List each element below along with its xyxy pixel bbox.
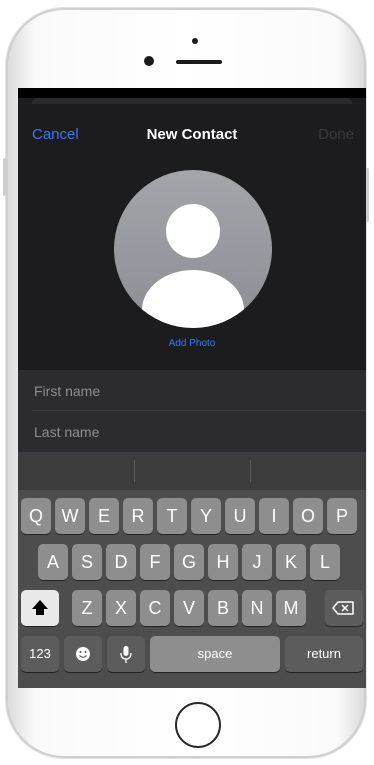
person-body-icon [142,270,244,328]
key-v[interactable]: V [174,590,204,626]
last-name-row [18,411,366,453]
dictation-key[interactable] [107,636,145,672]
key-s[interactable]: S [72,544,102,580]
first-name-row [18,370,366,412]
sheet-backdrop [18,88,366,98]
front-camera [144,56,154,66]
person-head-icon [166,204,220,258]
volume-button [3,158,6,196]
earpiece-speaker [176,60,222,64]
key-r[interactable]: R [123,498,153,534]
shift-icon [32,600,48,615]
key-b[interactable]: B [208,590,238,626]
emoji-icon [76,647,90,661]
numbers-key[interactable]: 123 [21,636,59,672]
predictive-divider [134,460,135,482]
key-q[interactable]: Q [21,498,51,534]
key-d[interactable]: D [106,544,136,580]
key-o[interactable]: O [293,498,323,534]
predictive-bar [18,452,366,490]
key-u[interactable]: U [225,498,255,534]
emoji-key[interactable] [64,636,102,672]
key-e[interactable]: E [89,498,119,534]
proximity-sensor [192,38,198,44]
key-k[interactable]: K [276,544,306,580]
power-button [366,168,369,222]
return-key[interactable]: return [285,636,363,672]
key-z[interactable]: Z [72,590,102,626]
delete-key[interactable] [325,590,363,626]
shift-key[interactable] [21,590,59,626]
key-y[interactable]: Y [191,498,221,534]
space-key[interactable]: space [150,636,280,672]
key-c[interactable]: C [140,590,170,626]
key-i[interactable]: I [259,498,289,534]
key-a[interactable]: A [38,544,68,580]
microphone-icon [120,646,132,663]
key-p[interactable]: P [327,498,357,534]
add-photo-button[interactable]: Add Photo [18,338,366,349]
key-t[interactable]: T [157,498,187,534]
navigation-bar: Cancel New Contact Done [18,104,366,164]
last-name-field[interactable] [32,411,356,453]
contact-photo-placeholder[interactable] [114,170,272,328]
key-w[interactable]: W [55,498,85,534]
name-fields [18,370,366,453]
key-n[interactable]: N [242,590,272,626]
keyboard: Q W E R T Y U I O P A S D F G H J K L Z … [18,452,366,688]
key-g[interactable]: G [174,544,204,580]
key-j[interactable]: J [242,544,272,580]
key-l[interactable]: L [310,544,340,580]
screen: Cancel New Contact Done Add Photo Q W E … [18,88,366,688]
done-button[interactable]: Done [318,126,354,143]
first-name-field[interactable] [32,370,356,412]
delete-icon [332,601,354,615]
home-button[interactable] [175,702,221,748]
key-f[interactable]: F [140,544,170,580]
key-x[interactable]: X [106,590,136,626]
key-m[interactable]: M [276,590,306,626]
page-title: New Contact [146,126,238,143]
predictive-divider [250,460,251,482]
key-h[interactable]: H [208,544,238,580]
